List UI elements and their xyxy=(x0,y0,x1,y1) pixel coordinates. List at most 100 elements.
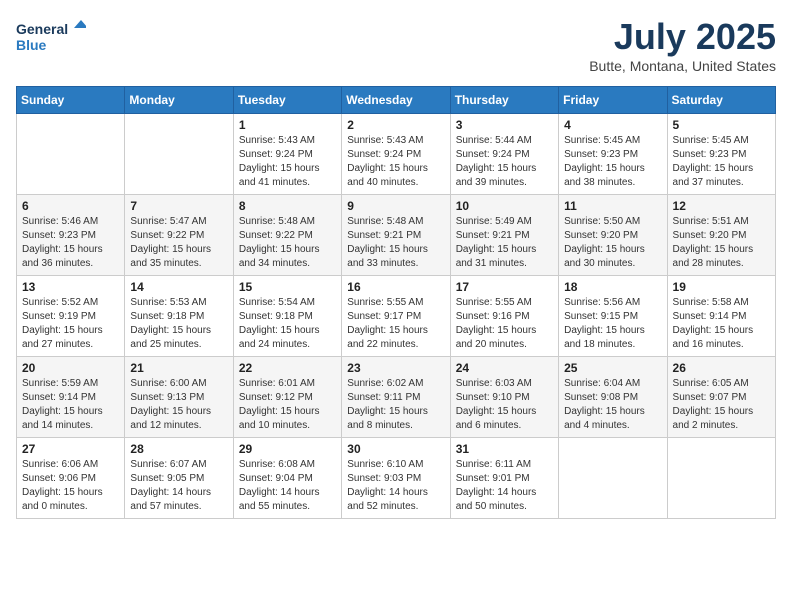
day-number: 22 xyxy=(239,361,336,375)
svg-text:General: General xyxy=(16,21,68,37)
day-info: Sunrise: 5:55 AM Sunset: 9:16 PM Dayligh… xyxy=(456,296,553,352)
calendar-cell: 3 Sunrise: 5:44 AM Sunset: 9:24 PM Daylig… xyxy=(450,114,558,195)
day-info: Sunrise: 5:48 AM Sunset: 9:22 PM Dayligh… xyxy=(239,215,336,271)
calendar-cell: 5Sunrise: 5:45 AM Sunset: 9:23 PM Daylig… xyxy=(667,114,775,195)
day-number: 3 xyxy=(456,118,553,132)
calendar-cell: 27 Sunrise: 6:06 AM Sunset: 9:06 PM Dayli… xyxy=(17,438,125,519)
calendar-cell: 10 Sunrise: 5:49 AM Sunset: 9:21 PM Dayli… xyxy=(450,195,558,276)
calendar-cell: 18 Sunrise: 5:56 AM Sunset: 9:15 PM Dayli… xyxy=(559,276,667,357)
calendar-cell xyxy=(667,438,775,519)
day-info: Sunrise: 6:02 AM Sunset: 9:11 PM Dayligh… xyxy=(347,377,444,433)
page-header: General Blue July 2025 Butte, Montana, U… xyxy=(16,16,776,74)
day-number: 31 xyxy=(456,442,553,456)
day-number: 27 xyxy=(22,442,119,456)
weekday-header-saturday: Saturday xyxy=(667,87,775,114)
day-number: 12 xyxy=(673,199,770,213)
day-info: Sunrise: 5:43 AM Sunset: 9:24 PM Dayligh… xyxy=(347,134,444,190)
day-info: Sunrise: 5:53 AM Sunset: 9:18 PM Dayligh… xyxy=(130,296,227,352)
calendar-cell: 19 Sunrise: 5:58 AM Sunset: 9:14 PM Dayli… xyxy=(667,276,775,357)
day-number: 2 xyxy=(347,118,444,132)
day-number: 15 xyxy=(239,280,336,294)
day-number: 11 xyxy=(564,199,661,213)
month-title: July 2025 xyxy=(589,16,776,58)
calendar-cell xyxy=(17,114,125,195)
calendar-cell: 25 Sunrise: 6:04 AM Sunset: 9:08 PM Dayli… xyxy=(559,357,667,438)
day-number: 20 xyxy=(22,361,119,375)
day-info: Sunrise: 5:56 AM Sunset: 9:15 PM Dayligh… xyxy=(564,296,661,352)
day-number: 26 xyxy=(673,361,770,375)
day-info: Sunrise: 5:47 AM Sunset: 9:22 PM Dayligh… xyxy=(130,215,227,271)
day-number: 13 xyxy=(22,280,119,294)
calendar-cell: 28Sunrise: 6:07 AM Sunset: 9:05 PM Dayli… xyxy=(125,438,233,519)
day-info: Sunrise: 6:11 AM Sunset: 9:01 PM Dayligh… xyxy=(456,458,553,514)
calendar-cell: 21Sunrise: 6:00 AM Sunset: 9:13 PM Dayli… xyxy=(125,357,233,438)
day-number: 10 xyxy=(456,199,553,213)
weekday-header-friday: Friday xyxy=(559,87,667,114)
day-number: 23 xyxy=(347,361,444,375)
day-info: Sunrise: 5:58 AM Sunset: 9:14 PM Dayligh… xyxy=(673,296,770,352)
day-info: Sunrise: 6:03 AM Sunset: 9:10 PM Dayligh… xyxy=(456,377,553,433)
day-number: 7 xyxy=(130,199,227,213)
day-number: 17 xyxy=(456,280,553,294)
day-number: 30 xyxy=(347,442,444,456)
calendar-cell: 30 Sunrise: 6:10 AM Sunset: 9:03 PM Dayli… xyxy=(342,438,450,519)
day-info: Sunrise: 5:46 AM Sunset: 9:23 PM Dayligh… xyxy=(22,215,119,271)
calendar-cell: 2 Sunrise: 5:43 AM Sunset: 9:24 PM Daylig… xyxy=(342,114,450,195)
logo-svg: General Blue xyxy=(16,16,86,56)
calendar-cell: 7 Sunrise: 5:47 AM Sunset: 9:22 PM Daylig… xyxy=(125,195,233,276)
calendar-cell: 23 Sunrise: 6:02 AM Sunset: 9:11 PM Dayli… xyxy=(342,357,450,438)
weekday-header-monday: Monday xyxy=(125,87,233,114)
logo: General Blue xyxy=(16,16,86,56)
day-number: 1 xyxy=(239,118,336,132)
calendar-cell: 15Sunrise: 5:54 AM Sunset: 9:18 PM Dayli… xyxy=(233,276,341,357)
svg-text:Blue: Blue xyxy=(16,37,47,53)
calendar-cell: 24 Sunrise: 6:03 AM Sunset: 9:10 PM Dayli… xyxy=(450,357,558,438)
calendar-cell: 16Sunrise: 5:55 AM Sunset: 9:17 PM Dayli… xyxy=(342,276,450,357)
calendar-week-5: 27 Sunrise: 6:06 AM Sunset: 9:06 PM Dayli… xyxy=(17,438,776,519)
day-info: Sunrise: 5:44 AM Sunset: 9:24 PM Dayligh… xyxy=(456,134,553,190)
calendar-cell: 31 Sunrise: 6:11 AM Sunset: 9:01 PM Dayli… xyxy=(450,438,558,519)
day-info: Sunrise: 5:51 AM Sunset: 9:20 PM Dayligh… xyxy=(673,215,770,271)
weekday-header-wednesday: Wednesday xyxy=(342,87,450,114)
title-block: July 2025 Butte, Montana, United States xyxy=(589,16,776,74)
calendar-cell: 9 Sunrise: 5:48 AM Sunset: 9:21 PM Daylig… xyxy=(342,195,450,276)
weekday-header-thursday: Thursday xyxy=(450,87,558,114)
calendar-cell: 11 Sunrise: 5:50 AM Sunset: 9:20 PM Dayli… xyxy=(559,195,667,276)
calendar-cell: 8Sunrise: 5:48 AM Sunset: 9:22 PM Daylig… xyxy=(233,195,341,276)
day-info: Sunrise: 5:49 AM Sunset: 9:21 PM Dayligh… xyxy=(456,215,553,271)
weekday-header-sunday: Sunday xyxy=(17,87,125,114)
calendar-cell: 20 Sunrise: 5:59 AM Sunset: 9:14 PM Dayli… xyxy=(17,357,125,438)
day-number: 25 xyxy=(564,361,661,375)
calendar-cell: 17 Sunrise: 5:55 AM Sunset: 9:16 PM Dayli… xyxy=(450,276,558,357)
day-info: Sunrise: 5:43 AM Sunset: 9:24 PM Dayligh… xyxy=(239,134,336,190)
calendar-week-2: 6Sunrise: 5:46 AM Sunset: 9:23 PM Daylig… xyxy=(17,195,776,276)
day-info: Sunrise: 5:50 AM Sunset: 9:20 PM Dayligh… xyxy=(564,215,661,271)
day-info: Sunrise: 5:48 AM Sunset: 9:21 PM Dayligh… xyxy=(347,215,444,271)
calendar-week-3: 13 Sunrise: 5:52 AM Sunset: 9:19 PM Dayli… xyxy=(17,276,776,357)
day-info: Sunrise: 5:52 AM Sunset: 9:19 PM Dayligh… xyxy=(22,296,119,352)
day-info: Sunrise: 6:08 AM Sunset: 9:04 PM Dayligh… xyxy=(239,458,336,514)
day-number: 5 xyxy=(673,118,770,132)
day-number: 24 xyxy=(456,361,553,375)
day-info: Sunrise: 6:04 AM Sunset: 9:08 PM Dayligh… xyxy=(564,377,661,433)
day-info: Sunrise: 6:06 AM Sunset: 9:06 PM Dayligh… xyxy=(22,458,119,514)
calendar-cell: 22 Sunrise: 6:01 AM Sunset: 9:12 PM Dayli… xyxy=(233,357,341,438)
day-info: Sunrise: 6:05 AM Sunset: 9:07 PM Dayligh… xyxy=(673,377,770,433)
day-number: 28 xyxy=(130,442,227,456)
weekday-header-tuesday: Tuesday xyxy=(233,87,341,114)
day-number: 29 xyxy=(239,442,336,456)
calendar-week-1: 1 Sunrise: 5:43 AM Sunset: 9:24 PM Daylig… xyxy=(17,114,776,195)
day-info: Sunrise: 6:01 AM Sunset: 9:12 PM Dayligh… xyxy=(239,377,336,433)
day-number: 9 xyxy=(347,199,444,213)
day-number: 18 xyxy=(564,280,661,294)
day-info: Sunrise: 6:10 AM Sunset: 9:03 PM Dayligh… xyxy=(347,458,444,514)
weekday-header-row: SundayMondayTuesdayWednesdayThursdayFrid… xyxy=(17,87,776,114)
day-number: 14 xyxy=(130,280,227,294)
day-number: 19 xyxy=(673,280,770,294)
calendar-cell: 12 Sunrise: 5:51 AM Sunset: 9:20 PM Dayli… xyxy=(667,195,775,276)
day-info: Sunrise: 5:55 AM Sunset: 9:17 PM Dayligh… xyxy=(347,296,444,352)
calendar-cell: 4Sunrise: 5:45 AM Sunset: 9:23 PM Daylig… xyxy=(559,114,667,195)
calendar-cell: 14 Sunrise: 5:53 AM Sunset: 9:18 PM Dayli… xyxy=(125,276,233,357)
calendar-cell: 1 Sunrise: 5:43 AM Sunset: 9:24 PM Daylig… xyxy=(233,114,341,195)
day-info: Sunrise: 5:59 AM Sunset: 9:14 PM Dayligh… xyxy=(22,377,119,433)
